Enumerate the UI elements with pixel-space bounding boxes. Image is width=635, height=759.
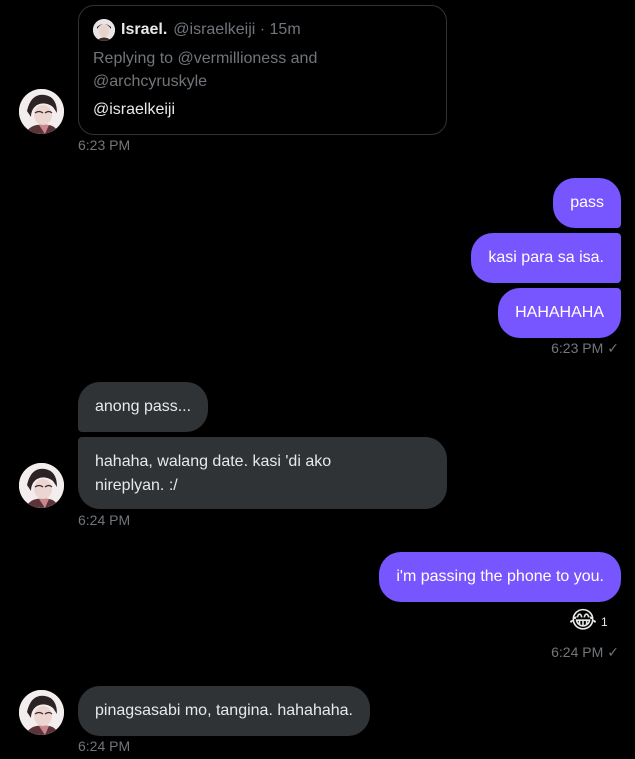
outgoing-message-bubble[interactable]: i'm passing the phone to you.	[379, 552, 621, 602]
outgoing-message-bubble[interactable]: pass	[553, 178, 621, 228]
quoted-tweet-body: @israelkeiji	[93, 101, 176, 118]
message-timestamp-row: 6:24 PM ✓	[551, 644, 619, 661]
avatar[interactable]	[19, 690, 64, 735]
outgoing-message-bubble[interactable]: HAHAHAHA	[498, 288, 621, 338]
sent-check-icon: ✓	[607, 340, 619, 356]
quoted-tweet-card[interactable]: Israel. @israelkeiji · 15m Replying to @…	[78, 5, 447, 135]
incoming-message-bubble[interactable]: anong pass...	[78, 382, 209, 432]
quoted-tweet-handle-time: @israelkeiji · 15m	[173, 21, 301, 38]
quoted-tweet-name: Israel.	[121, 21, 168, 38]
message-text-line: nireplyan. :/	[95, 477, 178, 494]
message-timestamp: 6:24 PM	[551, 644, 604, 660]
sent-check-icon: ✓	[607, 644, 619, 660]
message-timestamp: 6:24 PM	[78, 512, 131, 528]
quoted-tweet-avatar	[93, 19, 115, 41]
reaction-count: 1	[601, 615, 608, 629]
avatar[interactable]	[19, 89, 64, 134]
message-text-line: hahaha, walang date. kasi 'di ako	[95, 453, 332, 470]
message-timestamp: 6:24 PM	[78, 738, 131, 754]
incoming-message-bubble[interactable]: hahaha, walang date. kasi 'di ako nirepl…	[78, 437, 447, 509]
outgoing-message-bubble[interactable]: kasi para sa isa.	[471, 233, 621, 283]
message-timestamp: 6:23 PM	[78, 137, 131, 153]
quoted-tweet-header: Israel. @israelkeiji · 15m	[93, 18, 432, 42]
incoming-message-bubble[interactable]: pinagsasabi mo, tangina. hahahaha.	[78, 686, 370, 736]
message-timestamp-row: 6:23 PM ✓	[551, 340, 619, 357]
quoted-tweet-replying-to: Replying to @vermillioness and @archcyru…	[93, 50, 318, 90]
message-timestamp: 6:23 PM	[551, 340, 604, 356]
reaction-emoji[interactable]: 😂	[569, 607, 597, 635]
avatar[interactable]	[19, 463, 64, 508]
